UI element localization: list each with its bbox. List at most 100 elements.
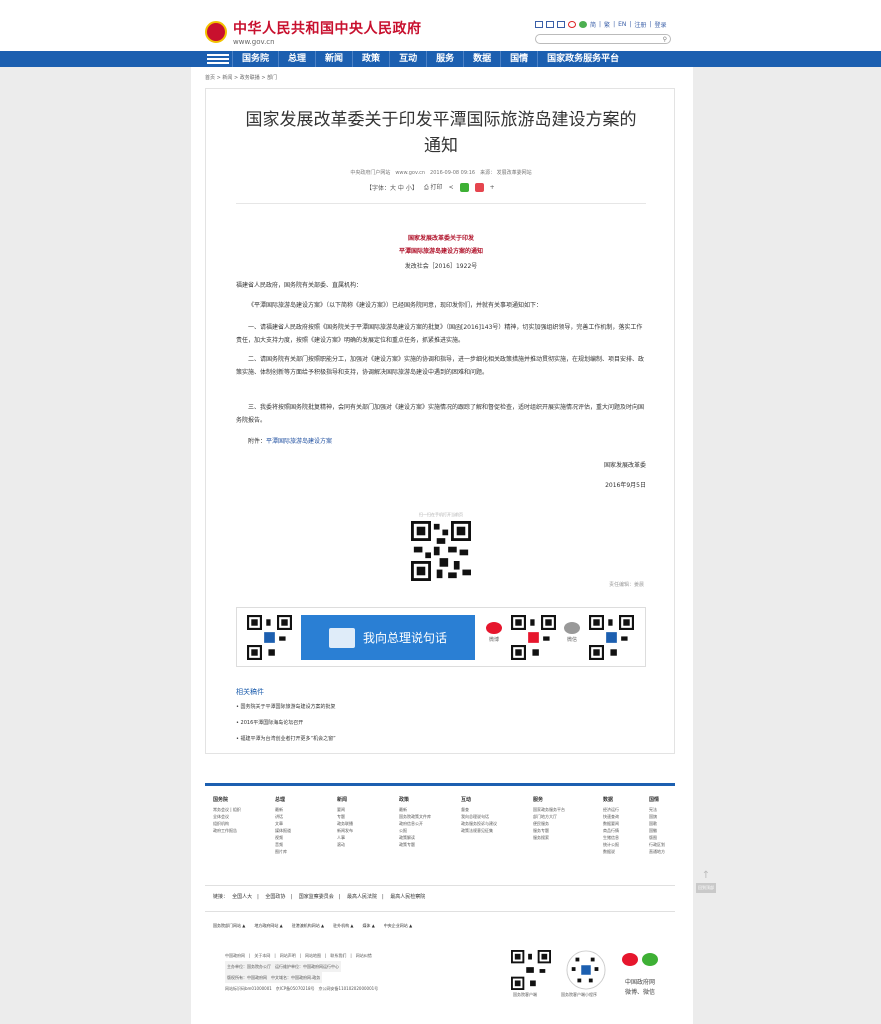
breadcrumb-gov-broadcast[interactable]: 政务联播 [240,75,260,81]
nav-item-premier[interactable]: 总理 [278,51,315,67]
wechat-icon[interactable] [642,953,658,966]
wechat-link[interactable]: 微信 [561,622,583,643]
weibo-link[interactable]: 微博 [483,622,505,643]
footer-copyright: 版权所有：中国政府网 中文域名：中国政府网.政务 [225,972,323,983]
site-title: 中华人民共和国中央人民政府 [233,21,422,37]
footer-dropdown[interactable]: 驻港澳机构网站 ▲ [292,923,324,929]
message-premier-button[interactable]: 我向总理说句话 [301,615,475,660]
footer-column-national: 国情 宪法 国旗 国歌 国徽 版图 行政区划 直通地方 [649,797,665,854]
link-simplified[interactable]: 简 [590,20,596,29]
attachment-label: 附件： [248,438,267,445]
related-title: 相关稿件 [236,688,264,696]
article-tools: 【字体：大 中 小】 ⎙ 打印 < + [366,182,495,192]
title-line-2: 通知 [424,136,458,156]
app-qr-caption: 国务院客户端 [513,992,537,997]
title-divider [236,203,646,204]
footer-dropdown[interactable]: 国务院部门网站 ▲ [213,923,245,929]
mail-icon[interactable] [535,21,543,28]
promo-banner: 我向总理说句话 微博 微信 [236,607,646,667]
banner-qr-code-left [247,615,292,660]
app-icon[interactable] [546,21,554,28]
link-login[interactable]: 登录 [654,20,666,29]
weibo-qr-code [511,615,556,660]
footer-icp: 网站标识码bm01000001 京ICP备05070218号 京公网安备1101… [225,986,379,991]
footer-dropdown[interactable]: 中央企业网站 ▲ [384,923,412,929]
nav-home-icon[interactable] [204,51,232,67]
addressee: 福建省人民政府，国务院有关部委、直属机构： [236,282,363,289]
document-number: 发改社会［2016］1922号 [404,263,478,270]
breadcrumb: 首页 > 新闻 > 政务联播 > 部门 [205,75,278,81]
more-share-icon[interactable]: + [490,184,495,191]
article-meta: 中央政府门户网站 www.gov.cn 2016-09-08 09:16 来源：… [350,170,532,176]
paragraph-1: 《平潭国际旅游岛建设方案》（以下简称《建设方案》）已经国务院同意，现印发你们，并… [248,302,543,309]
paragraph-4: 三、我委将按照国务院批复精神，会同有关部门加强对《建设方案》实施情况的跟踪了解和… [236,404,645,424]
doc-name-line-2: 平潭国际旅游岛建设方案的通知 [398,248,483,255]
page-qr-code [411,521,471,581]
attachment: 附件：平潭国际旅游岛建设方案 [236,435,646,448]
qr-caption: 扫一扫在手机打开当前页 [419,512,463,517]
nav-item-state-council[interactable]: 国务院 [232,51,278,67]
weibo-icon [486,622,502,634]
wechat-qr-code [589,615,634,660]
wechat-label: 微信 [566,637,577,643]
paragraph-2: 一、请福建省人民政府按照《国务院关于平潭国际旅游岛建设方案的批复》（国函[201… [236,324,643,344]
weibo-icon[interactable] [622,953,638,966]
print-button[interactable]: ⎙ 打印 [424,182,443,192]
footer-column-news: 新闻 要闻 专题 政务联播 新闻发布 人事 滚动 [337,797,353,847]
footer-social [622,953,658,966]
footer-column-premier: 总理 最新 讲话 文章 媒体报道 视频 音频 图片库 [275,797,291,854]
sign-date: 2016年9月5日 [605,482,646,489]
main-nav: 国务院 总理 新闻 政策 互动 服务 数据 国情 国家政务服务平台 [0,51,881,67]
related-list: • 国务院关于平潭国际旅游岛建设方案的批复 • 2016平潭国际海岛论坛召开 •… [236,699,336,747]
footer-info-links[interactable]: 中国政府网 | 关于本网 | 网站声明 | 网站地图 | 联系我们 | 网站纠错 [225,950,378,961]
wechat-icon[interactable] [579,21,587,28]
footer-top-line [205,783,675,786]
mobile-icon[interactable] [557,21,565,28]
footer-info: 中国政府网 | 关于本网 | 网站声明 | 网站地图 | 联系我们 | 网站纠错… [225,950,378,994]
weibo-icon[interactable] [568,21,576,28]
font-size-control[interactable]: 【字体：大 中 小】 [366,183,418,192]
back-to-top-button[interactable]: ↑ 回到顶部 [696,870,716,904]
nav-item-policy[interactable]: 政策 [352,51,389,67]
footer-dropdown[interactable]: 媒体 ▲ [362,923,374,929]
weibo-share-icon[interactable] [474,182,484,192]
site-url: www.gov.cn [233,38,275,46]
footer-sitemap: 国务院 常务会议 | 组织 全体会议 组织机构 政府工作报告 总理 最新 讲话 … [213,797,689,855]
nav-item-data[interactable]: 数据 [463,51,500,67]
arrow-up-icon: ↑ [701,870,711,881]
search-input[interactable]: ⚲ [535,34,671,44]
nav-item-service-platform[interactable]: 国家政务服务平台 [537,51,628,67]
nav-item-interaction[interactable]: 互动 [389,51,426,67]
nav-item-national[interactable]: 国情 [500,51,537,67]
search-icon[interactable]: ⚲ [663,36,667,43]
footer-column-data: 数据 经济运行 快速查询 数据要闻 商品行情 生猪信息 统计公报 数据说 [603,797,619,854]
responsible-editor: 责任编辑：姜晨 [608,582,644,588]
breadcrumb-news[interactable]: 新闻 [222,75,232,81]
attachment-link[interactable]: 平潭国际旅游岛建设方案 [266,438,332,445]
footer-divider [205,885,675,886]
national-emblem-icon [205,21,227,43]
related-item[interactable]: • 国务院关于平潭国际旅游岛建设方案的批复 [236,699,336,715]
wechat-icon [564,622,580,634]
article-title: 国家发展改革委关于印发平潭国际旅游岛建设方案的 通知 [206,107,676,159]
share-icon[interactable]: < [449,184,454,191]
link-traditional[interactable]: 繁 [604,20,610,29]
link-register[interactable]: 注册 [634,20,646,29]
miniprogram-qr-code [566,950,606,990]
nav-item-service[interactable]: 服务 [426,51,463,67]
breadcrumb-department[interactable]: 部门 [267,75,277,81]
footer-column-interaction: 互动 督查 我向总理说句话 政务服务投诉与建议 政策法规意见征集 [461,797,497,833]
miniprogram-qr-caption: 国务院客户端小程序 [561,992,597,997]
footer-dropdown[interactable]: 地方政府网站 ▲ [254,923,282,929]
footer-dropdown[interactable]: 驻外机构 ▲ [333,923,353,929]
related-item[interactable]: • 福建平潭为台湾创业者打开更多“机会之窗” [236,731,336,747]
top-links: 简 | 繁 | EN | 注册 | 登录 [535,20,666,29]
wechat-share-icon[interactable] [459,182,469,192]
footer-dropdown-links: 国务院部门网站 ▲ 地方政府网站 ▲ 驻港澳机构网站 ▲ 驻外机构 ▲ 媒体 ▲… [213,923,412,929]
link-english[interactable]: EN [618,21,626,28]
breadcrumb-home[interactable]: 首页 [205,75,215,81]
related-item[interactable]: • 2016平潭国际海岛论坛召开 [236,715,336,731]
site-header: 中华人民共和国中央人民政府 www.gov.cn 简 | 繁 | EN | 注册 | 登… [0,0,881,52]
site-logo[interactable]: 中华人民共和国中央人民政府 www.gov.cn [205,18,422,46]
nav-item-news[interactable]: 新闻 [315,51,352,67]
